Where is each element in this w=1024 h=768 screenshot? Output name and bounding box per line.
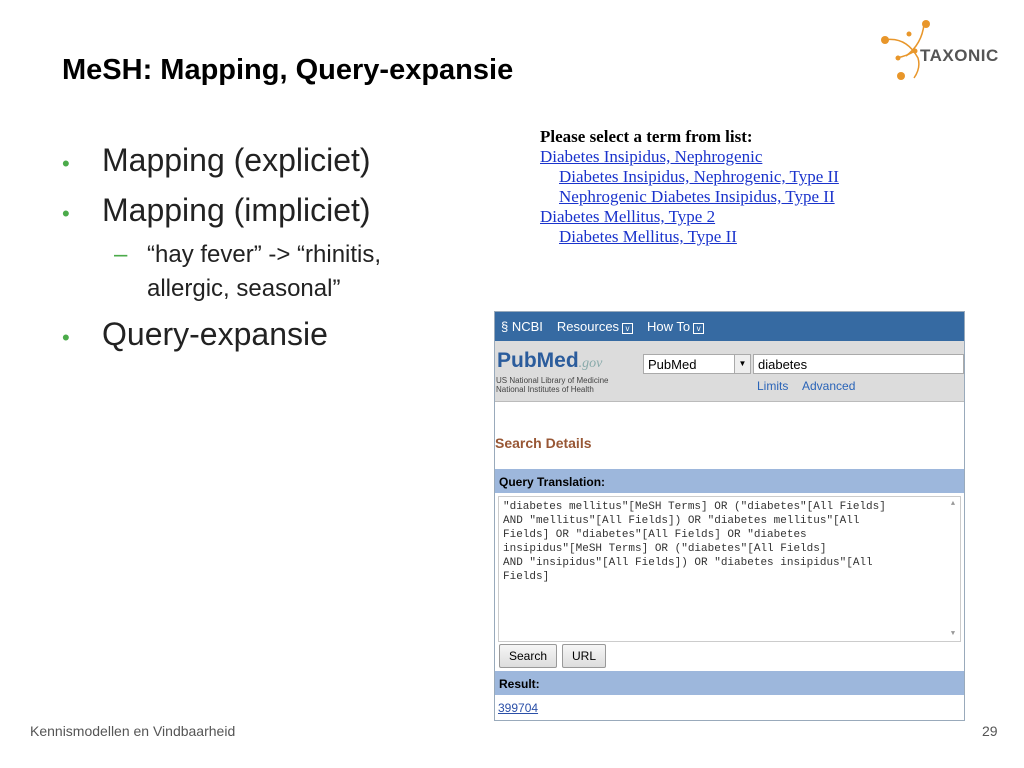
term-list-heading: Please select a term from list: bbox=[540, 127, 753, 146]
result-count-link[interactable]: 399704 bbox=[498, 701, 538, 715]
pubmed-screenshot: § NCBI Resources v How To v PubMed.gov US … bbox=[494, 311, 965, 721]
url-button[interactable]: URL bbox=[562, 644, 607, 668]
ncbi-link[interactable]: § NCBI bbox=[501, 319, 543, 334]
bullet-mapping-impliciet: • Mapping (impliciet) bbox=[62, 192, 371, 228]
term-link[interactable]: Diabetes Insipidus, Nephrogenic bbox=[540, 147, 839, 167]
term-link[interactable]: Diabetes Mellitus, Type 2 bbox=[540, 207, 839, 227]
footer-text: Kennismodellen en Vindbaarheid bbox=[30, 723, 236, 739]
advanced-link[interactable]: Advanced bbox=[802, 379, 855, 393]
taxonic-logo-text: TAXONIC bbox=[920, 46, 999, 65]
result-label: Result: bbox=[495, 671, 964, 695]
chevron-down-icon: v bbox=[622, 323, 634, 334]
bullet-query-expansie: • Query-expansie bbox=[62, 316, 328, 352]
query-translation-textarea[interactable]: "diabetes mellitus"[MeSH Terms] OR ("dia… bbox=[498, 496, 961, 642]
pubmed-header: PubMed.gov US National Library of Medici… bbox=[495, 341, 964, 402]
term-link[interactable]: Diabetes Mellitus, Type II bbox=[540, 227, 839, 247]
slide-title: MeSH: Mapping, Query-expansie bbox=[62, 54, 514, 86]
term-link[interactable]: Nephrogenic Diabetes Insipidus, Type II bbox=[540, 187, 839, 207]
bullet-mapping-expliciet: • Mapping (expliciet) bbox=[62, 142, 371, 178]
search-button[interactable]: Search bbox=[499, 644, 558, 668]
query-translation-label: Query Translation: bbox=[495, 469, 964, 493]
search-details-heading: Search Details bbox=[495, 435, 592, 451]
page-number: 29 bbox=[982, 723, 998, 739]
resources-menu[interactable]: Resources v bbox=[557, 319, 634, 334]
term-list: Please select a term from list: Diabetes… bbox=[540, 127, 839, 247]
chevron-down-icon: v bbox=[693, 323, 705, 334]
term-link[interactable]: Diabetes Insipidus, Nephrogenic, Type II bbox=[540, 167, 839, 187]
howto-menu[interactable]: How To v bbox=[647, 319, 705, 334]
ncbi-bar: § NCBI Resources v How To v bbox=[495, 312, 964, 341]
pubmed-logo[interactable]: PubMed.gov bbox=[497, 349, 602, 373]
search-input[interactable]: diabetes bbox=[753, 354, 964, 374]
limits-link[interactable]: Limits bbox=[757, 379, 788, 393]
database-select[interactable]: PubMed ▼ bbox=[643, 354, 751, 374]
nlm-text: US National Library of Medicine National … bbox=[496, 376, 609, 394]
sub-bullet-hay-fever: – “hay fever” -> “rhinitis, allergic, seas… bbox=[114, 241, 382, 302]
dropdown-arrow-icon: ▼ bbox=[734, 355, 750, 373]
scrollbar[interactable]: ▲ ▼ bbox=[946, 497, 960, 641]
